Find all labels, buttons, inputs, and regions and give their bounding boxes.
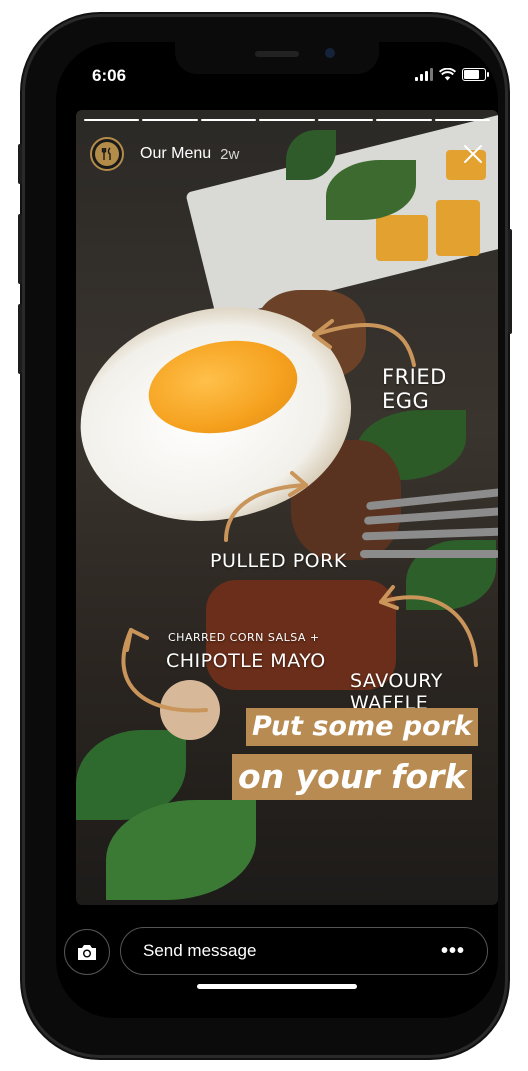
status-time: 6:06 — [92, 66, 127, 85]
camera-button[interactable] — [64, 929, 110, 975]
message-placeholder: Send message — [143, 941, 257, 960]
notch — [175, 42, 379, 74]
screen: 6:06 Our Menu 2w FRIED EGG PULLED PORK C… — [56, 42, 498, 1018]
battery-icon — [462, 68, 489, 81]
camera-icon — [78, 945, 96, 960]
story-progress-bar — [84, 119, 490, 121]
cutlery-icon — [95, 142, 119, 166]
mute-switch — [18, 144, 22, 184]
home-indicator[interactable] — [197, 984, 357, 989]
send-message-input[interactable]: Send message ••• — [120, 927, 488, 975]
cellular-signal-icon — [415, 67, 433, 81]
status-icons — [415, 67, 489, 81]
speaker — [255, 51, 299, 57]
label-pulled-pork: PULLED PORK — [210, 550, 347, 572]
volume-down-button — [18, 304, 22, 374]
label-corn-salsa: CHARRED CORN SALSA + — [168, 631, 320, 644]
more-options-button[interactable]: ••• — [441, 941, 465, 961]
side-button — [508, 229, 512, 334]
account-name[interactable]: Our Menu — [140, 145, 211, 163]
posted-time: 2w — [220, 145, 240, 163]
volume-up-button — [18, 214, 22, 284]
close-button[interactable] — [458, 139, 488, 169]
promo-line-2: on your fork — [232, 754, 473, 800]
label-chipotle-mayo: CHIPOTLE MAYO — [166, 650, 326, 672]
story-header: Our Menu 2w — [90, 134, 488, 174]
wifi-icon — [439, 68, 456, 81]
promo-line-1: Put some pork — [246, 708, 478, 746]
avatar[interactable] — [90, 137, 124, 171]
story-viewer[interactable]: Our Menu 2w FRIED EGG PULLED PORK CHARRE… — [76, 110, 498, 905]
front-camera — [325, 48, 335, 58]
close-icon — [464, 145, 482, 163]
label-fried-egg: FRIED EGG — [382, 365, 447, 413]
